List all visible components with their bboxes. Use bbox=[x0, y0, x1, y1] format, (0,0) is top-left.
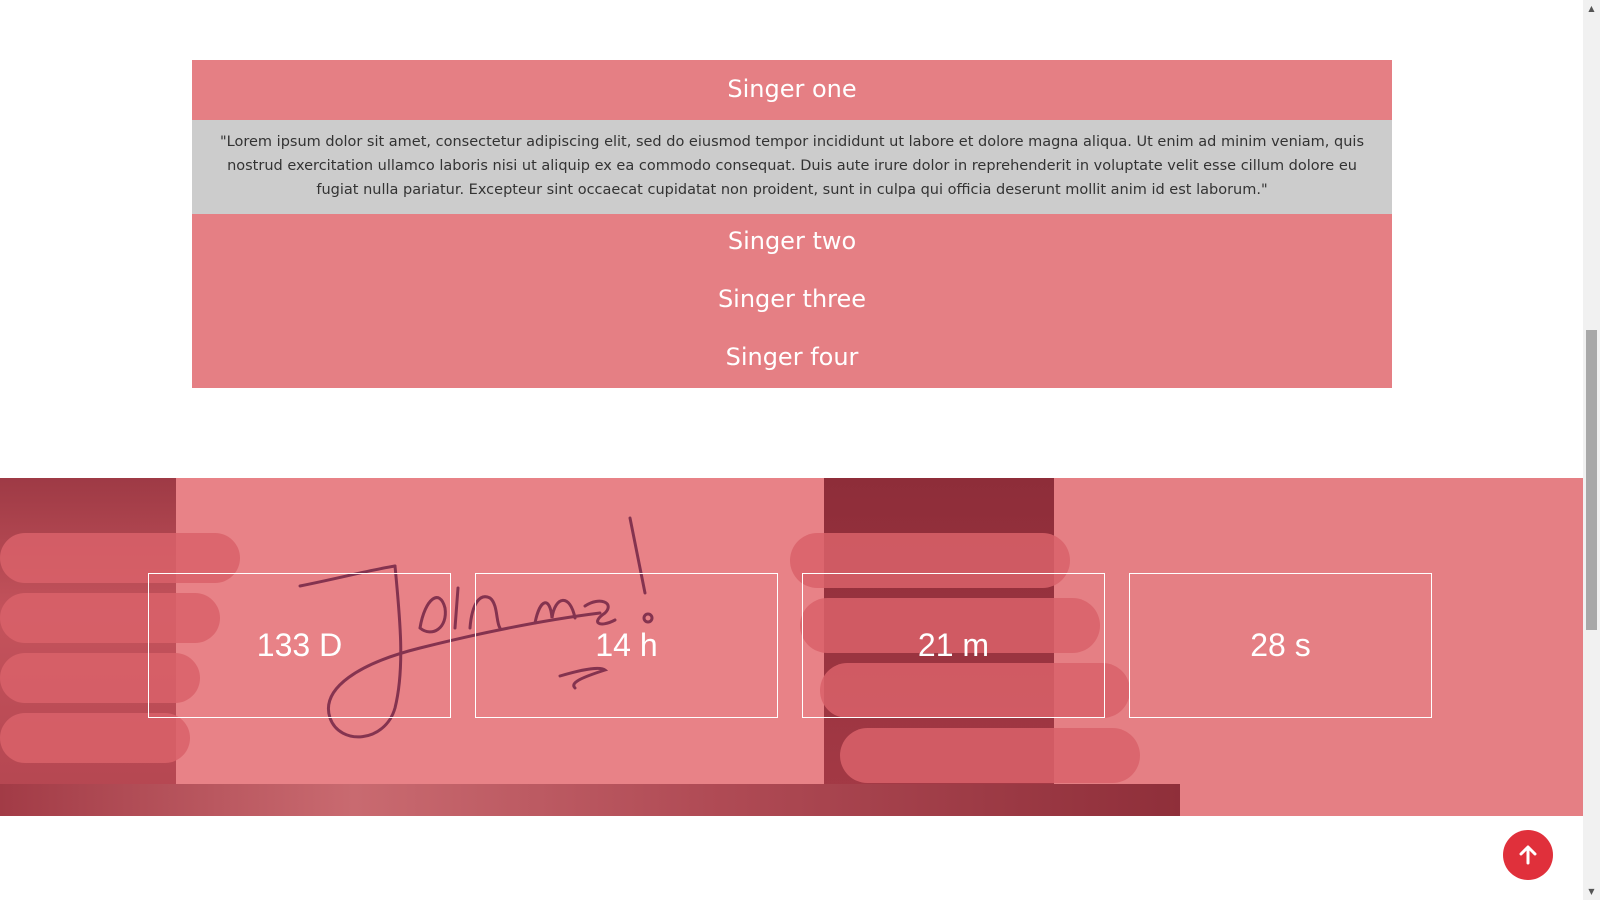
accordion-item-singer-four: Singer four bbox=[192, 330, 1392, 388]
scroll-up-arrow-icon[interactable]: ▲ bbox=[1583, 0, 1600, 17]
accordion-header-singer-two[interactable]: Singer two bbox=[192, 214, 1392, 272]
arrow-up-icon bbox=[1519, 845, 1537, 865]
accordion-header-singer-three[interactable]: Singer three bbox=[192, 272, 1392, 330]
accordion-header-singer-one[interactable]: Singer one bbox=[192, 60, 1392, 120]
accordion-header-singer-four[interactable]: Singer four bbox=[192, 330, 1392, 388]
countdown-days: 133 D bbox=[148, 573, 451, 718]
page-scrollbar[interactable]: ▲ ▼ bbox=[1583, 0, 1600, 900]
scrollbar-thumb[interactable] bbox=[1586, 330, 1597, 630]
accordion-item-singer-three: Singer three bbox=[192, 272, 1392, 330]
countdown-seconds: 28 s bbox=[1129, 573, 1432, 718]
countdown-banner: 133 D 14 h 21 m 28 s bbox=[0, 478, 1583, 816]
scroll-down-arrow-icon[interactable]: ▼ bbox=[1583, 883, 1600, 900]
countdown-timer: 133 D 14 h 21 m 28 s bbox=[148, 573, 1432, 718]
accordion-body-singer-one: "Lorem ipsum dolor sit amet, consectetur… bbox=[192, 120, 1392, 214]
singer-accordion: Singer one "Lorem ipsum dolor sit amet, … bbox=[192, 60, 1392, 388]
accordion-item-singer-one: Singer one "Lorem ipsum dolor sit amet, … bbox=[192, 60, 1392, 214]
scroll-to-top-button[interactable] bbox=[1503, 830, 1553, 880]
countdown-minutes: 21 m bbox=[802, 573, 1105, 718]
accordion-item-singer-two: Singer two bbox=[192, 214, 1392, 272]
countdown-hours: 14 h bbox=[475, 573, 778, 718]
